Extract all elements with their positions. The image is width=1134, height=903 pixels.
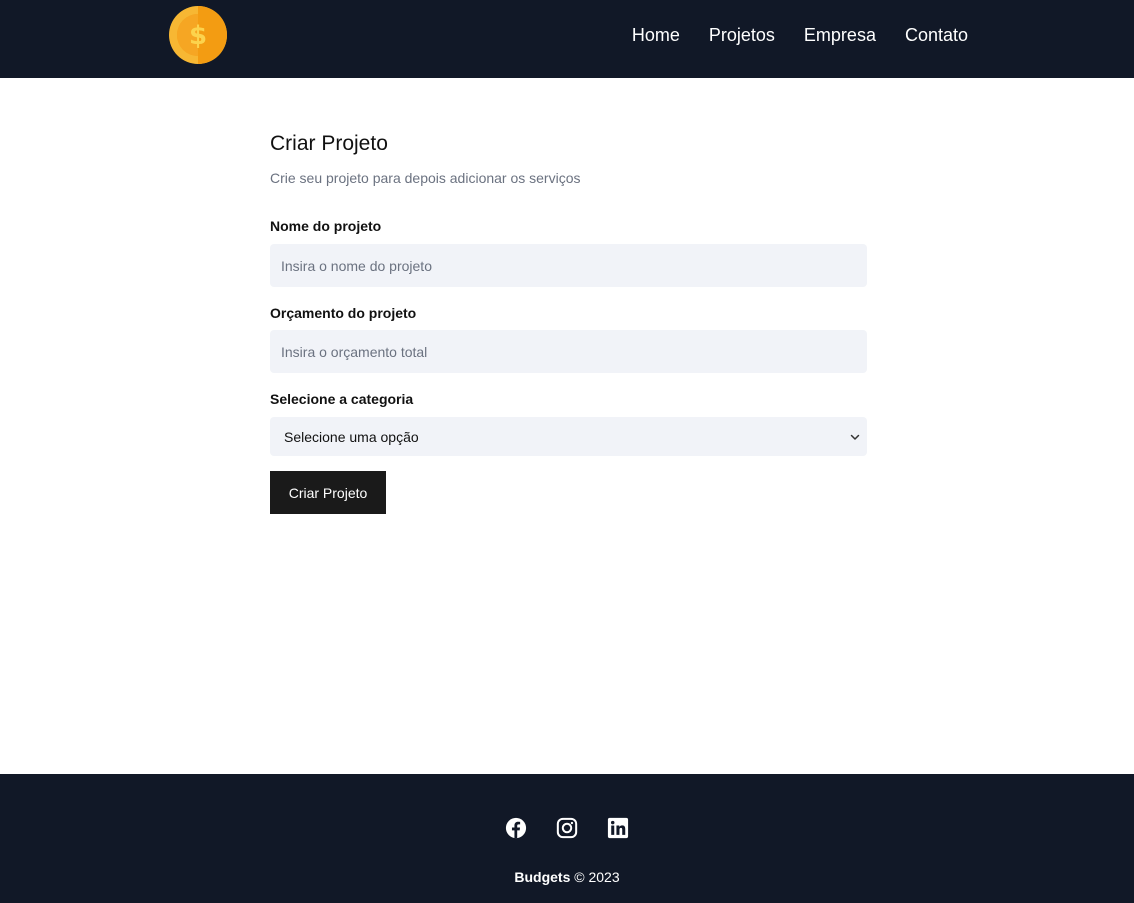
- project-name-label: Nome do projeto: [270, 218, 382, 234]
- page-title: Criar Projeto: [270, 132, 388, 155]
- nav-item-projetos: Projetos: [680, 23, 775, 47]
- category-label: Selecione a categoria: [270, 391, 414, 407]
- nav-item-empresa: Empresa: [775, 23, 876, 47]
- footer-brand: Budgets: [514, 869, 571, 885]
- facebook-link[interactable]: [505, 817, 527, 839]
- instagram-link[interactable]: [556, 817, 578, 839]
- chevron-down-icon: [850, 434, 860, 440]
- footer: Budgets © 2023: [0, 774, 1134, 903]
- nav-item-home: Home: [603, 23, 680, 47]
- nav-menu: Home Projetos Empresa Contato: [603, 23, 968, 47]
- nav-link-projetos[interactable]: Projetos: [709, 23, 775, 47]
- project-budget-input[interactable]: [270, 330, 867, 373]
- nav-link-home[interactable]: Home: [632, 23, 680, 47]
- nav-item-contato: Contato: [876, 23, 968, 47]
- linkedin-icon: [607, 817, 629, 839]
- social-links: [0, 817, 1134, 839]
- navbar: $ Home Projetos Empresa Contato: [0, 0, 1134, 78]
- category-select-value: Selecione uma opção: [284, 428, 419, 445]
- svg-text:$: $: [189, 21, 207, 51]
- project-budget-label: Orçamento do projeto: [270, 305, 417, 321]
- copyright: Budgets © 2023: [0, 868, 1134, 886]
- instagram-icon: [556, 817, 578, 839]
- create-project-section: Criar Projeto Crie seu projeto para depo…: [270, 130, 867, 514]
- dollar-coin-icon: $: [169, 6, 227, 64]
- linkedin-link[interactable]: [607, 817, 629, 839]
- create-project-button[interactable]: Criar Projeto: [270, 471, 386, 514]
- project-name-input[interactable]: [270, 244, 867, 287]
- nav-link-empresa[interactable]: Empresa: [804, 23, 876, 47]
- page-subtitle: Crie seu projeto para depois adicionar o…: [270, 170, 581, 186]
- nav-link-contato[interactable]: Contato: [905, 23, 968, 47]
- copyright-text: © 2023: [574, 869, 620, 885]
- category-select[interactable]: Selecione uma opção: [270, 417, 867, 456]
- facebook-icon: [505, 817, 527, 839]
